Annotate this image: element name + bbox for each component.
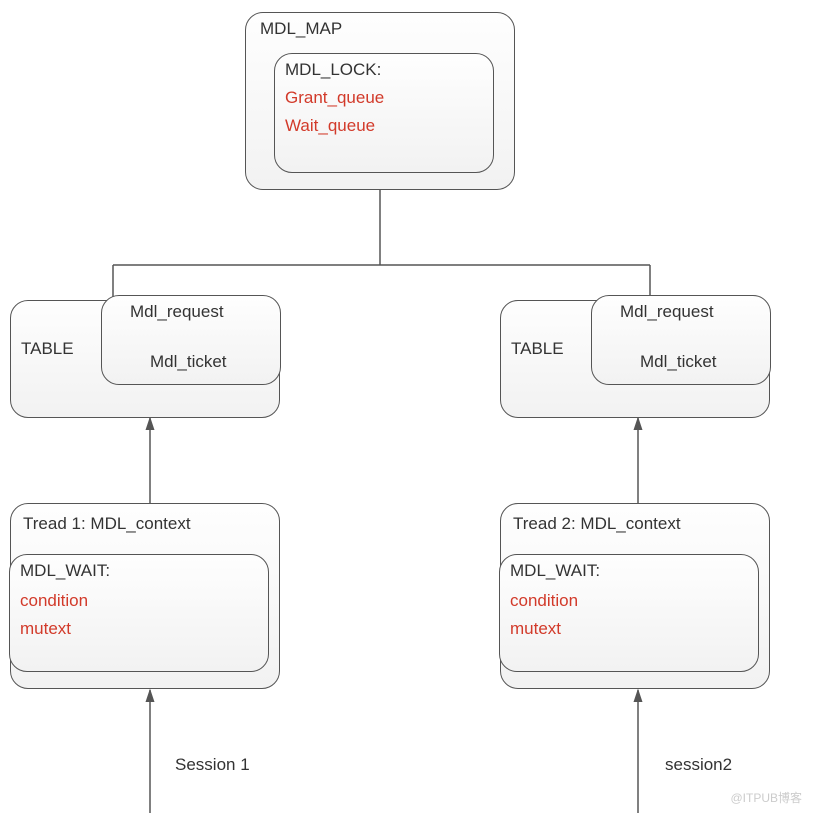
watermark: @ITPUB博客 xyxy=(730,789,802,806)
session2-label: session2 xyxy=(665,755,732,775)
thread2-wait-box: MDL_WAIT: condition mutext xyxy=(499,554,759,672)
table-left-title: TABLE xyxy=(21,339,74,359)
table-left-request: Mdl_request xyxy=(130,302,224,322)
thread2-wait-title: MDL_WAIT: xyxy=(510,561,600,581)
thread2-condition: condition xyxy=(510,591,578,611)
thread1-condition: condition xyxy=(20,591,88,611)
table-left-request-box: Mdl_request Mdl_ticket xyxy=(101,295,281,385)
table-left-box: TABLE Mdl_request Mdl_ticket xyxy=(10,300,280,418)
table-right-request: Mdl_request xyxy=(620,302,714,322)
thread2-title: Tread 2: MDL_context xyxy=(513,514,681,534)
mdl-map-title: MDL_MAP xyxy=(260,19,342,39)
table-right-request-box: Mdl_request Mdl_ticket xyxy=(591,295,771,385)
thread1-mutext: mutext xyxy=(20,619,71,639)
thread2-box: Tread 2: MDL_context MDL_WAIT: condition… xyxy=(500,503,770,689)
thread2-mutext: mutext xyxy=(510,619,561,639)
thread1-wait-box: MDL_WAIT: condition mutext xyxy=(9,554,269,672)
table-right-title: TABLE xyxy=(511,339,564,359)
table-right-ticket: Mdl_ticket xyxy=(640,352,717,372)
mdl-map-box: MDL_MAP MDL_LOCK: Grant_queue Wait_queue xyxy=(245,12,515,190)
thread1-box: Tread 1: MDL_context MDL_WAIT: condition… xyxy=(10,503,280,689)
thread1-wait-title: MDL_WAIT: xyxy=(20,561,110,581)
mdl-lock-box: MDL_LOCK: Grant_queue Wait_queue xyxy=(274,53,494,173)
mdl-lock-wait-queue: Wait_queue xyxy=(285,116,375,136)
table-right-box: TABLE Mdl_request Mdl_ticket xyxy=(500,300,770,418)
session1-label: Session 1 xyxy=(175,755,250,775)
thread1-title: Tread 1: MDL_context xyxy=(23,514,191,534)
table-left-ticket: Mdl_ticket xyxy=(150,352,227,372)
mdl-lock-title: MDL_LOCK: xyxy=(285,60,381,80)
mdl-lock-grant-queue: Grant_queue xyxy=(285,88,384,108)
